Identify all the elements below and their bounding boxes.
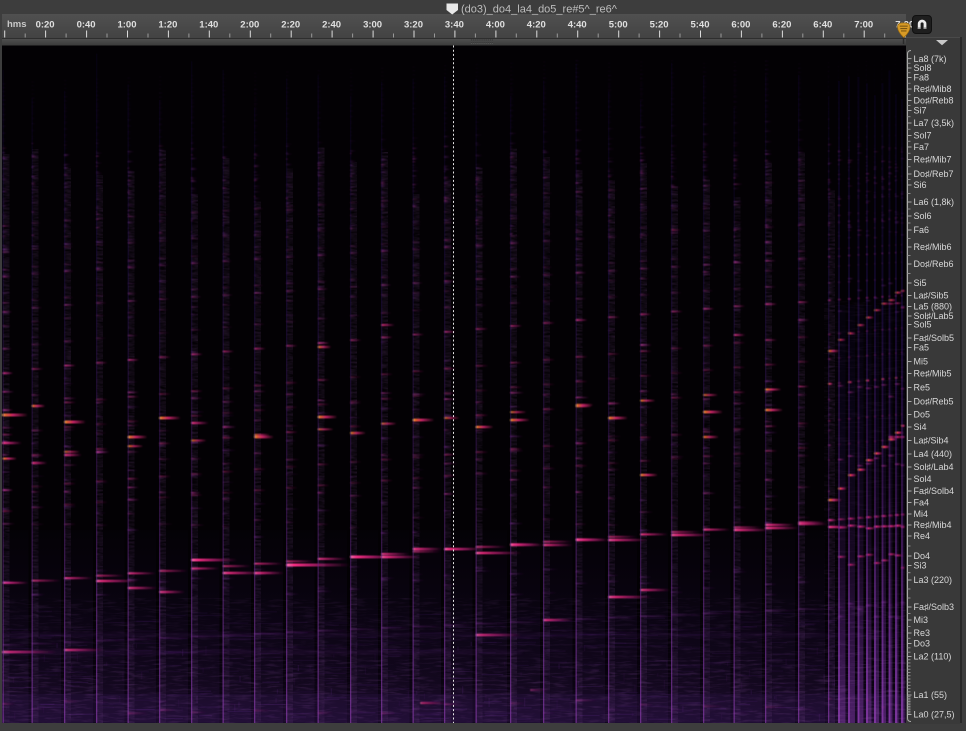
svg-text:Si6: Si6 xyxy=(914,180,927,190)
svg-text:Sol♯/Lab4: Sol♯/Lab4 xyxy=(914,462,954,472)
svg-text:La♯/Sib4: La♯/Sib4 xyxy=(914,436,949,446)
svg-text:Fa♯/Solb4: Fa♯/Solb4 xyxy=(914,486,955,496)
svg-text:Mi3: Mi3 xyxy=(914,615,929,625)
svg-text:La6 (1,8k): La6 (1,8k) xyxy=(914,197,955,207)
svg-text:Re♯/Mib8: Re♯/Mib8 xyxy=(914,84,952,94)
svg-text:Sol5: Sol5 xyxy=(914,320,932,330)
svg-text:Do♯/Reb8: Do♯/Reb8 xyxy=(914,96,954,106)
svg-text:Do♯/Reb5: Do♯/Reb5 xyxy=(914,397,954,407)
svg-text:Fa4: Fa4 xyxy=(914,498,930,508)
svg-text:Re3: Re3 xyxy=(914,628,931,638)
svg-text:Mi5: Mi5 xyxy=(914,357,929,367)
svg-text:La♯/Sib5: La♯/Sib5 xyxy=(914,291,949,301)
svg-text:Fa5: Fa5 xyxy=(914,343,930,353)
svg-text:Re♯/Mib6: Re♯/Mib6 xyxy=(914,242,952,252)
svg-text:Fa♯/Solb5: Fa♯/Solb5 xyxy=(914,333,955,343)
svg-text:La4 (440): La4 (440) xyxy=(914,449,953,459)
svg-text:Fa6: Fa6 xyxy=(914,225,930,235)
svg-text:La1 (55): La1 (55) xyxy=(914,690,948,700)
svg-text:Re5: Re5 xyxy=(914,383,931,393)
svg-text:(do3)_do4_la4_do5_re#5^_re6^: (do3)_do4_la4_do5_re#5^_re6^ xyxy=(461,4,618,16)
svg-text:Do♯/Reb6: Do♯/Reb6 xyxy=(914,259,954,269)
svg-text:Sol6: Sol6 xyxy=(914,211,932,221)
svg-text:Sol4: Sol4 xyxy=(914,474,932,484)
svg-text:Do3: Do3 xyxy=(914,639,931,649)
svg-text:Si5: Si5 xyxy=(914,278,927,288)
svg-text:Do♯/Reb7: Do♯/Reb7 xyxy=(914,169,954,179)
svg-text:La5 (880): La5 (880) xyxy=(914,302,953,312)
svg-text:Re♯/Mib4: Re♯/Mib4 xyxy=(914,520,952,530)
svg-text:Sol7: Sol7 xyxy=(914,131,932,141)
svg-text:Fa8: Fa8 xyxy=(914,73,930,83)
svg-text:Si7: Si7 xyxy=(914,106,927,116)
svg-text:Re♯/Mib5: Re♯/Mib5 xyxy=(914,369,952,379)
svg-text:La3 (220): La3 (220) xyxy=(914,575,953,585)
svg-text:Re4: Re4 xyxy=(914,531,931,541)
svg-text:Fa♯/Solb3: Fa♯/Solb3 xyxy=(914,602,955,612)
svg-text:Do4: Do4 xyxy=(914,551,931,561)
svg-text:Re♯/Mib7: Re♯/Mib7 xyxy=(914,155,952,165)
svg-text:Si4: Si4 xyxy=(914,422,927,432)
svg-text:Do5: Do5 xyxy=(914,410,931,420)
svg-text:La7 (3,5k): La7 (3,5k) xyxy=(914,118,955,128)
svg-text:Si3: Si3 xyxy=(914,561,927,571)
svg-text:Fa7: Fa7 xyxy=(914,142,930,152)
svg-text:Sol8: Sol8 xyxy=(914,63,932,73)
svg-text:La2 (110): La2 (110) xyxy=(914,652,952,662)
svg-text:La0 (27,5): La0 (27,5) xyxy=(914,710,955,720)
svg-text:Mi4: Mi4 xyxy=(914,509,929,519)
